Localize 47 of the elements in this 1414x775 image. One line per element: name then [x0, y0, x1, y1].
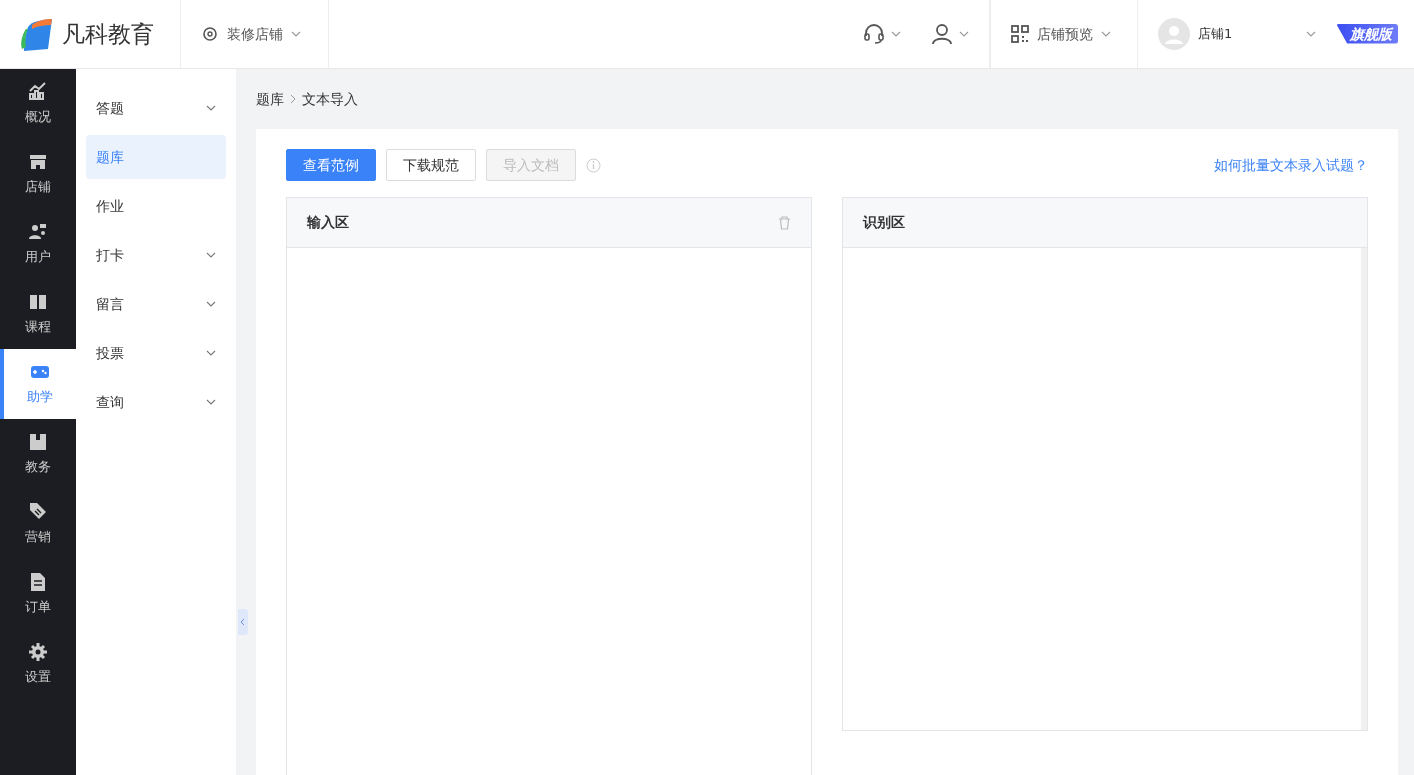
submenu-item[interactable]: 留言	[86, 282, 226, 326]
help-link[interactable]: 如何批量文本录入试题？	[1214, 154, 1368, 176]
tag-icon	[28, 501, 48, 521]
chevron-down-icon	[1306, 31, 1316, 37]
nav-rail-item[interactable]: 设置	[0, 629, 76, 699]
trash-icon[interactable]	[778, 215, 791, 230]
decorate-shop-link[interactable]: 装修店铺	[227, 23, 283, 45]
breadcrumb-item: 文本导入	[302, 89, 358, 109]
qr-code-icon	[1011, 25, 1029, 43]
avatar-icon[interactable]	[1158, 18, 1190, 50]
settings-icon	[28, 641, 48, 661]
user-icon[interactable]	[931, 23, 953, 45]
nav-rail-item[interactable]: 课程	[0, 279, 76, 349]
logo-icon	[18, 17, 54, 51]
info-icon[interactable]	[586, 157, 601, 173]
document-icon	[28, 571, 48, 591]
action-button[interactable]: 下载规范	[386, 149, 476, 181]
submenu-item[interactable]: 查询	[86, 380, 226, 424]
collapse-handle[interactable]	[238, 609, 248, 635]
submenu-item[interactable]: 投票	[86, 331, 226, 375]
breadcrumb-separator-icon	[290, 94, 296, 104]
nav-rail-item[interactable]: 助学	[0, 349, 76, 419]
shop-preview-link[interactable]: 店铺预览	[1037, 23, 1093, 45]
chart-icon	[28, 81, 48, 101]
shop-name[interactable]: 店铺1	[1198, 24, 1298, 44]
nav-rail-item[interactable]: 营销	[0, 489, 76, 559]
chevron-down-icon	[1101, 31, 1111, 37]
submenu-item[interactable]: 答题	[86, 86, 226, 130]
nav-rail-item[interactable]: 概况	[0, 69, 76, 139]
submenu-item[interactable]: 作业	[86, 184, 226, 228]
edition-badge: 旗舰版	[1336, 23, 1398, 44]
primary-button[interactable]: 查看范例	[286, 149, 376, 181]
chevron-down-icon	[291, 31, 301, 37]
panel-title: 输入区	[307, 213, 349, 232]
nav-rail-item[interactable]: 教务	[0, 419, 76, 489]
nav-rail-item[interactable]: 订单	[0, 559, 76, 629]
users-icon	[28, 221, 48, 241]
chevron-down-icon	[891, 31, 901, 37]
box-icon	[28, 431, 48, 451]
submenu-item[interactable]: 打卡	[86, 233, 226, 277]
nav-rail-item[interactable]: 店铺	[0, 139, 76, 209]
panel-title: 识别区	[863, 213, 905, 232]
chevron-down-icon	[959, 31, 969, 37]
nav-rail-item[interactable]: 用户	[0, 209, 76, 279]
logo-text: 凡科教育	[62, 19, 154, 49]
headset-icon[interactable]	[863, 23, 885, 45]
breadcrumb-item[interactable]: 题库	[256, 88, 284, 110]
